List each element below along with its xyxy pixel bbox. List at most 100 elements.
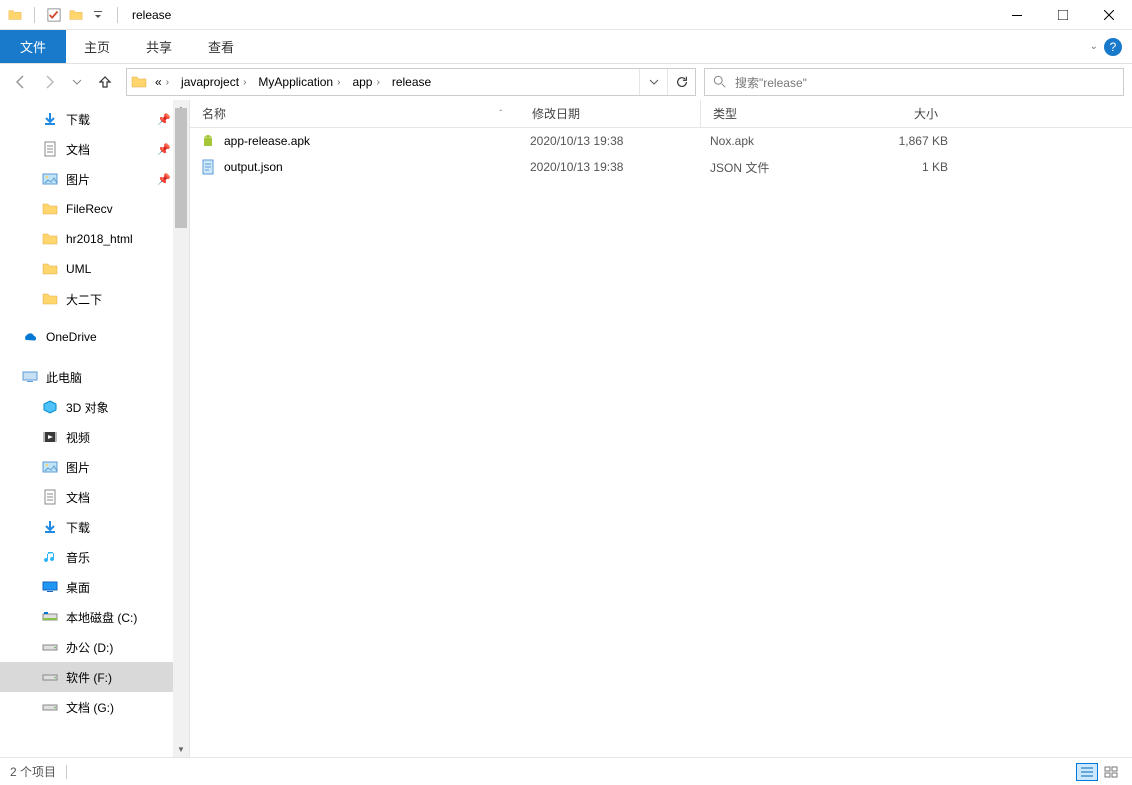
file-row[interactable]: output.json2020/10/13 19:38JSON 文件1 KB	[190, 154, 1132, 180]
ribbon-collapse-icon[interactable]: ⌄	[1090, 41, 1098, 52]
sidebar-item-label: hr2018_html	[66, 232, 133, 246]
sidebar-item-label: 音乐	[66, 549, 90, 566]
file-list-pane: 名称 ˆ 修改日期 类型 大小 app-release.apk 2020/10/1…	[190, 100, 1132, 757]
scrollbar-thumb[interactable]	[175, 108, 187, 228]
file-row[interactable]: app-release.apk 2020/10/13 19:38Nox.apk1,…	[190, 128, 1132, 154]
sidebar-item-label: 下载	[66, 519, 90, 536]
sidebar-item-label: 大二下	[66, 291, 102, 308]
col-size[interactable]: 大小	[850, 100, 960, 127]
sidebar-item[interactable]: 图片 📌	[0, 164, 189, 194]
sidebar-item-label: 软件 (F:)	[66, 669, 112, 686]
pin-icon: 📌	[157, 173, 171, 186]
column-headers: 名称 ˆ 修改日期 类型 大小	[190, 100, 1132, 128]
location-folder-icon	[127, 74, 151, 90]
sidebar-item[interactable]: 下载 📌	[0, 104, 189, 134]
file-size: 1 KB	[860, 160, 970, 174]
nav-onedrive[interactable]: OneDrive	[0, 322, 189, 352]
pin-icon: 📌	[157, 113, 171, 126]
nav-this-pc[interactable]: 此电脑	[0, 362, 189, 392]
qat-checkbox-icon[interactable]	[45, 6, 63, 24]
sidebar-item-label: 下载	[66, 111, 90, 128]
sidebar-item[interactable]: 文档	[0, 482, 189, 512]
sidebar-item-label: 办公 (D:)	[66, 639, 113, 656]
recent-dropdown-icon[interactable]	[64, 69, 90, 95]
search-input[interactable]: 搜索"release"	[704, 68, 1124, 96]
forward-button[interactable]	[36, 69, 62, 95]
title-bar: release	[0, 0, 1132, 30]
sidebar-item[interactable]: 软件 (F:)	[0, 662, 189, 692]
breadcrumb-overflow[interactable]: «›	[151, 69, 177, 95]
sidebar-item-label: 桌面	[66, 579, 90, 596]
sidebar-item-label: 本地磁盘 (C:)	[66, 609, 137, 626]
sidebar-item-label: 3D 对象	[66, 399, 109, 416]
sidebar-item-label: 图片	[66, 171, 90, 188]
col-type[interactable]: 类型	[700, 100, 850, 127]
sidebar-item[interactable]: FileRecv	[0, 194, 189, 224]
sidebar-item-label: 文档 (G:)	[66, 699, 114, 716]
up-button[interactable]	[92, 69, 118, 95]
sidebar-item-label: FileRecv	[66, 202, 113, 216]
col-name[interactable]: 名称 ˆ	[190, 100, 520, 127]
ribbon-file-tab[interactable]: 文件	[0, 30, 66, 63]
sidebar-item[interactable]: 文档 (G:)	[0, 692, 189, 722]
sidebar-item[interactable]: 3D 对象	[0, 392, 189, 422]
status-text: 2 个项目	[10, 763, 56, 780]
refresh-button[interactable]	[667, 69, 695, 95]
address-dropdown-icon[interactable]	[639, 69, 667, 95]
sidebar-item[interactable]: 音乐	[0, 542, 189, 572]
ribbon-tab-home[interactable]: 主页	[66, 30, 128, 63]
nav-scrollbar[interactable]: ▲ ▼	[173, 100, 189, 757]
qat-folder-icon[interactable]	[67, 6, 85, 24]
search-icon	[713, 75, 727, 89]
breadcrumb-item[interactable]: MyApplication›	[254, 69, 348, 95]
sidebar-item[interactable]: 下载	[0, 512, 189, 542]
pc-icon	[22, 369, 38, 385]
sidebar-item[interactable]: 办公 (D:)	[0, 632, 189, 662]
ribbon-tabs: 文件 主页 共享 查看 ⌄ ?	[0, 30, 1132, 64]
file-name: app-release.apk	[224, 134, 310, 148]
sidebar-item-label: OneDrive	[46, 330, 97, 344]
sidebar-item[interactable]: 桌面	[0, 572, 189, 602]
sidebar-item-label: 文档	[66, 489, 90, 506]
sidebar-item-label: 图片	[66, 459, 90, 476]
col-date[interactable]: 修改日期	[520, 100, 700, 127]
file-date: 2020/10/13 19:38	[530, 134, 710, 148]
sidebar-item-label: 文档	[66, 141, 90, 158]
file-date: 2020/10/13 19:38	[530, 160, 710, 174]
breadcrumb-item[interactable]: release	[388, 69, 435, 95]
sidebar-item[interactable]: 图片	[0, 452, 189, 482]
search-placeholder: 搜索"release"	[735, 74, 807, 91]
minimize-button[interactable]	[994, 0, 1040, 30]
sidebar-item[interactable]: 本地磁盘 (C:)	[0, 602, 189, 632]
back-button[interactable]	[8, 69, 34, 95]
details-view-button[interactable]	[1076, 763, 1098, 781]
sidebar-item-label: UML	[66, 262, 91, 276]
onedrive-icon	[22, 329, 38, 345]
folder-icon	[6, 6, 24, 24]
address-bar[interactable]: «› javaproject› MyApplication› app› rele…	[126, 68, 696, 96]
sidebar-item[interactable]: UML	[0, 254, 189, 284]
sidebar-item[interactable]: 大二下	[0, 284, 189, 314]
close-button[interactable]	[1086, 0, 1132, 30]
sidebar-item-label: 视频	[66, 429, 90, 446]
address-row: «› javaproject› MyApplication› app› rele…	[0, 64, 1132, 100]
sidebar-item[interactable]: 视频	[0, 422, 189, 452]
navigation-pane[interactable]: 下载 📌 文档 📌 图片 📌 FileRecv hr2018_html UML 大二下 OneDr…	[0, 100, 190, 757]
file-type: Nox.apk	[710, 134, 860, 148]
sidebar-item[interactable]: 文档 📌	[0, 134, 189, 164]
qat-dropdown-icon[interactable]	[89, 6, 107, 24]
help-icon[interactable]: ?	[1104, 38, 1122, 56]
sort-indicator-icon: ˆ	[499, 109, 520, 118]
maximize-button[interactable]	[1040, 0, 1086, 30]
sidebar-item[interactable]: hr2018_html	[0, 224, 189, 254]
file-size: 1,867 KB	[860, 134, 970, 148]
icons-view-button[interactable]	[1100, 763, 1122, 781]
breadcrumb-item[interactable]: javaproject›	[177, 69, 254, 95]
pin-icon: 📌	[157, 143, 171, 156]
window-title: release	[132, 8, 171, 22]
ribbon-tab-share[interactable]: 共享	[128, 30, 190, 63]
ribbon-tab-view[interactable]: 查看	[190, 30, 252, 63]
breadcrumb-item[interactable]: app›	[348, 69, 387, 95]
file-type: JSON 文件	[710, 159, 860, 176]
sidebar-item-label: 此电脑	[46, 369, 82, 386]
